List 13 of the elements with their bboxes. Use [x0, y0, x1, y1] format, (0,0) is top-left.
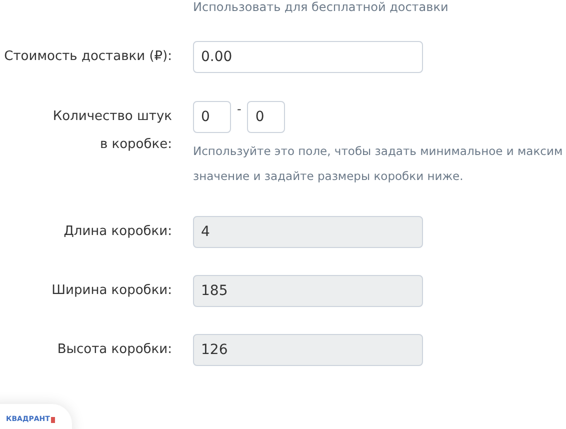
- field-label: Ширина коробки:: [50, 282, 172, 300]
- help-text: Использовать для бесплатной доставки: [193, 0, 448, 14]
- help-text: значение и задайте размеры коробки ниже.: [193, 168, 464, 185]
- text-input[interactable]: 0.00: [193, 41, 423, 73]
- field-label: Стоимость доставки (₽):: [3, 48, 172, 66]
- logo-mark-icon: [50, 416, 55, 422]
- field-label: Высота коробки:: [56, 341, 172, 360]
- max-input[interactable]: 0: [247, 101, 286, 133]
- min-input[interactable]: 0: [193, 101, 231, 133]
- range-separator: -: [237, 101, 242, 117]
- field-label: Количество штук в коробке:: [52, 108, 172, 154]
- field-label: Длина коробки:: [62, 223, 172, 242]
- help-text: Используйте это поле, чтобы задать минимальное и максим: [193, 143, 563, 160]
